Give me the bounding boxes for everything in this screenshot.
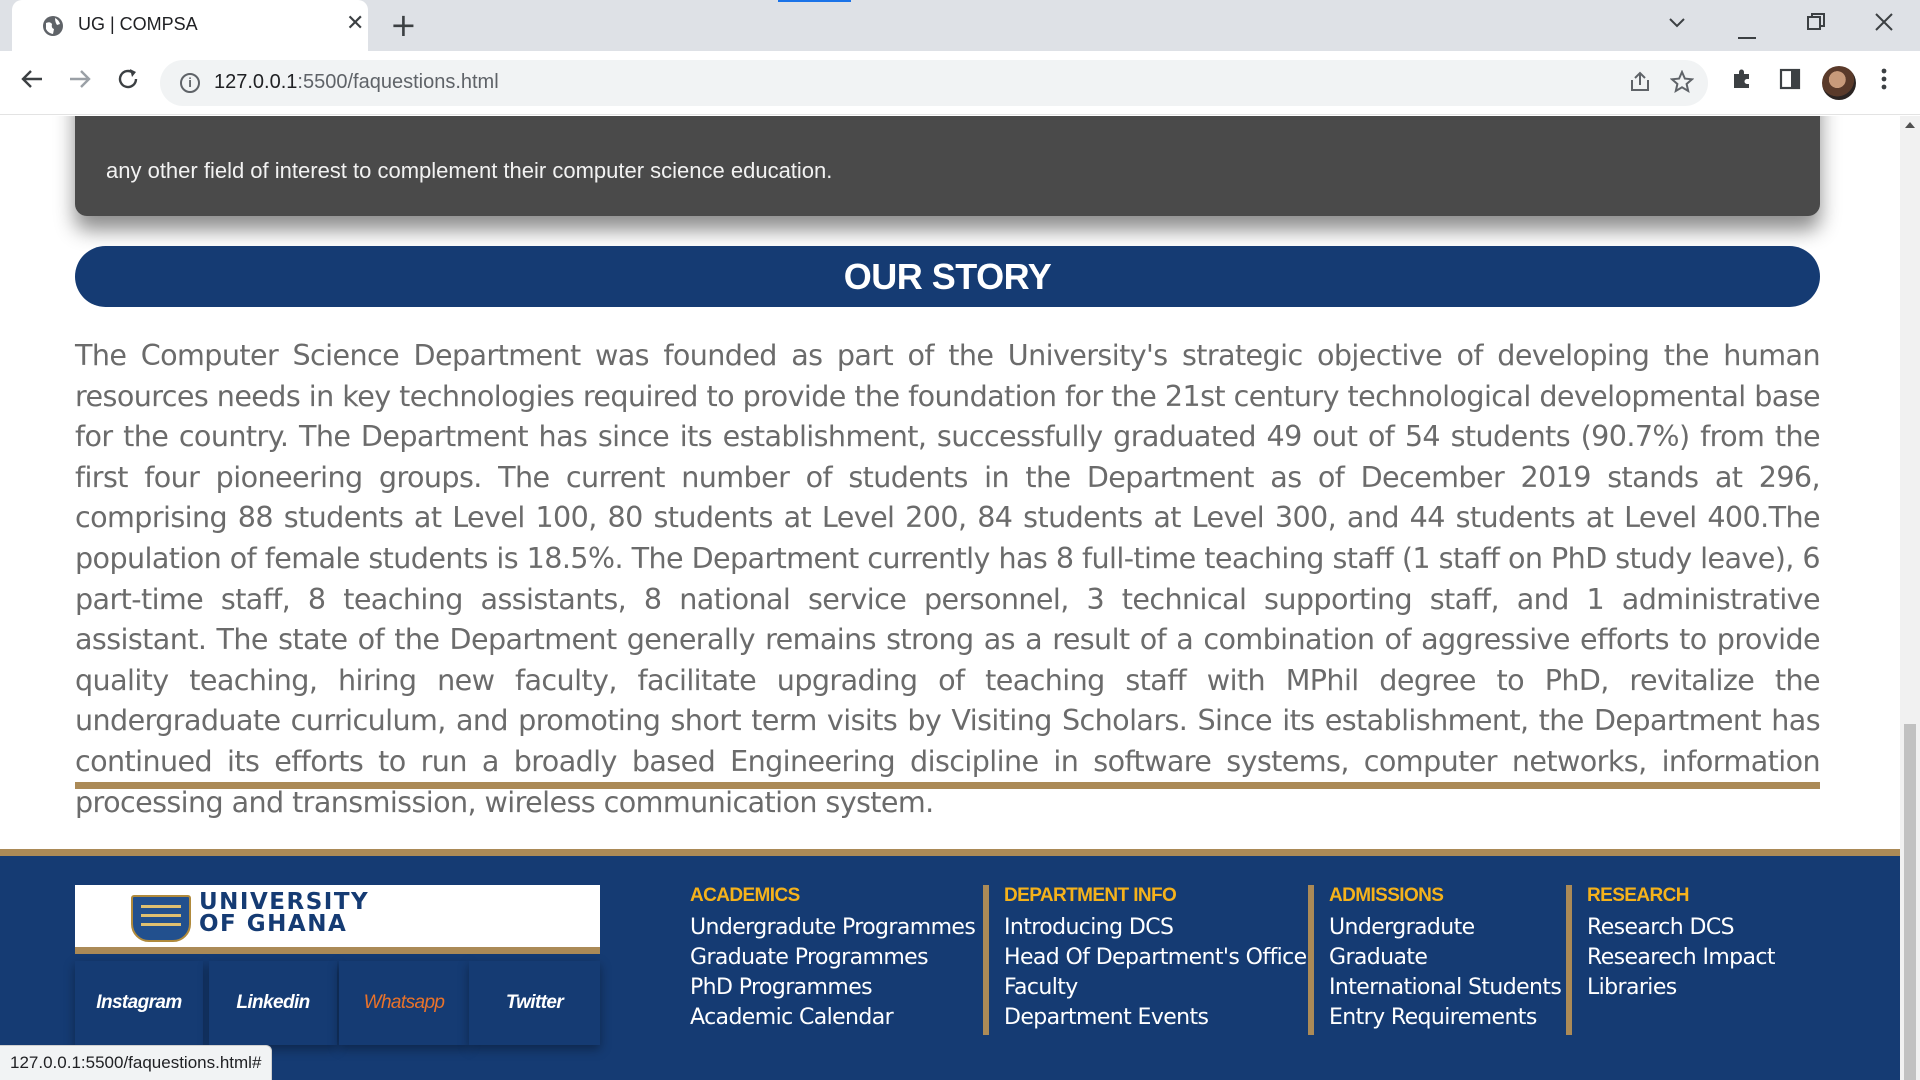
footer-link[interactable]: Department Events bbox=[1004, 1003, 1307, 1033]
social-whatsapp[interactable]: Whatsapp bbox=[339, 961, 469, 1045]
footer-col-title: ACADEMICS bbox=[690, 885, 800, 906]
window-close-icon[interactable] bbox=[1875, 13, 1893, 37]
footer-link[interactable]: Research DCS bbox=[1587, 913, 1775, 943]
footer-col-title: DEPARTMENT INFO bbox=[1004, 885, 1177, 906]
footer-col-department-info: DEPARTMENT INFO Introducing DCS Head Of … bbox=[983, 885, 1307, 1035]
story-divider bbox=[75, 782, 1820, 789]
footer-link[interactable]: Undergradute bbox=[1329, 913, 1561, 943]
footer-link[interactable]: Graduate bbox=[1329, 943, 1561, 973]
puzzle-icon[interactable] bbox=[1730, 67, 1754, 97]
page-viewport: any other field of interest to complemen… bbox=[0, 116, 1900, 1080]
social-linkedin[interactable]: Linkedin bbox=[209, 961, 337, 1045]
forward-arrow-icon[interactable] bbox=[66, 65, 94, 100]
profile-avatar[interactable] bbox=[1822, 66, 1856, 100]
footer-link[interactable]: Libraries bbox=[1587, 973, 1775, 1003]
footer-col-admissions: ADMISSIONS Undergradute Graduate Interna… bbox=[1308, 885, 1562, 1035]
scroll-thumb[interactable] bbox=[1904, 724, 1916, 1080]
footer-col-title: ADMISSIONS bbox=[1329, 885, 1444, 906]
star-icon[interactable] bbox=[1669, 69, 1695, 100]
address-bar[interactable]: i 127.0.0.1:5500/faquestions.html bbox=[160, 60, 1708, 106]
restore-icon[interactable] bbox=[1807, 13, 1825, 37]
plus-icon[interactable]: + bbox=[390, 8, 417, 42]
faq-answer-card: any other field of interest to complemen… bbox=[75, 116, 1820, 216]
side-panel-icon[interactable] bbox=[1778, 67, 1802, 97]
social-twitter[interactable]: Twitter bbox=[469, 961, 600, 1045]
reload-icon[interactable] bbox=[114, 65, 142, 100]
loading-indicator bbox=[778, 0, 851, 2]
kebab-menu-icon[interactable] bbox=[1880, 67, 1888, 97]
globe-icon bbox=[43, 16, 63, 36]
share-icon[interactable] bbox=[1628, 70, 1652, 100]
footer-link[interactable]: Faculty bbox=[1004, 973, 1307, 1003]
logo-text: UNIVERSITY OF GHANA bbox=[199, 889, 370, 937]
footer-link[interactable]: International Students bbox=[1329, 973, 1562, 1003]
status-bar-url: 127.0.0.1:5500/faquestions.html# bbox=[0, 1045, 273, 1080]
social-links: Instagram Linkedin Whatsapp Twitter bbox=[75, 961, 600, 1045]
footer-link[interactable]: Entry Requirements bbox=[1329, 1003, 1561, 1033]
ug-crest-icon bbox=[131, 895, 191, 942]
scroll-up-arrow-icon[interactable] bbox=[1905, 122, 1915, 128]
footer-link[interactable]: Head Of Department's Office bbox=[1004, 943, 1307, 973]
our-story-text: The Computer Science Department was foun… bbox=[75, 338, 1821, 819]
back-arrow-icon[interactable] bbox=[18, 65, 46, 100]
page-scrollbar[interactable] bbox=[1900, 116, 1920, 1080]
footer-link[interactable]: Graduate Programmes bbox=[690, 943, 975, 973]
footer-col-academics: ACADEMICS Undergradute Programmes Gradua… bbox=[690, 885, 976, 1035]
close-icon[interactable]: ✕ bbox=[346, 12, 364, 36]
browser-tab[interactable]: UG | COMPSA ✕ bbox=[12, 0, 368, 51]
tab-title: UG | COMPSA bbox=[78, 14, 198, 34]
our-story-banner: OUR STORY bbox=[75, 246, 1820, 307]
footer-link[interactable]: Undergradute Programmes bbox=[690, 913, 976, 943]
tab-bar: UG | COMPSA ✕ + bbox=[0, 0, 1920, 51]
footer-link[interactable]: Academic Calendar bbox=[690, 1003, 975, 1033]
university-logo[interactable]: UNIVERSITY OF GHANA bbox=[75, 885, 600, 954]
browser-toolbar: i 127.0.0.1:5500/faquestions.html bbox=[0, 51, 1920, 115]
minimize-icon[interactable] bbox=[1738, 22, 1756, 46]
social-instagram[interactable]: Instagram bbox=[75, 961, 203, 1045]
footer-col-research: RESEARCH Research DCS Researech Impact L… bbox=[1566, 885, 1776, 1035]
info-icon[interactable]: i bbox=[180, 73, 200, 93]
footer-col-title: RESEARCH bbox=[1587, 885, 1689, 906]
footer-link[interactable]: PhD Programmes bbox=[690, 973, 975, 1003]
our-story-heading: OUR STORY bbox=[843, 256, 1052, 297]
url-text[interactable]: 127.0.0.1:5500/faquestions.html bbox=[214, 71, 499, 94]
chevron-down-icon[interactable] bbox=[1668, 10, 1686, 34]
footer-link[interactable]: Researech Impact bbox=[1587, 943, 1776, 973]
site-footer: UNIVERSITY OF GHANA Instagram Linkedin W… bbox=[0, 849, 1900, 1080]
footer-link[interactable]: Introducing DCS bbox=[1004, 913, 1307, 943]
faq-answer-text: any other field of interest to complemen… bbox=[106, 158, 833, 183]
